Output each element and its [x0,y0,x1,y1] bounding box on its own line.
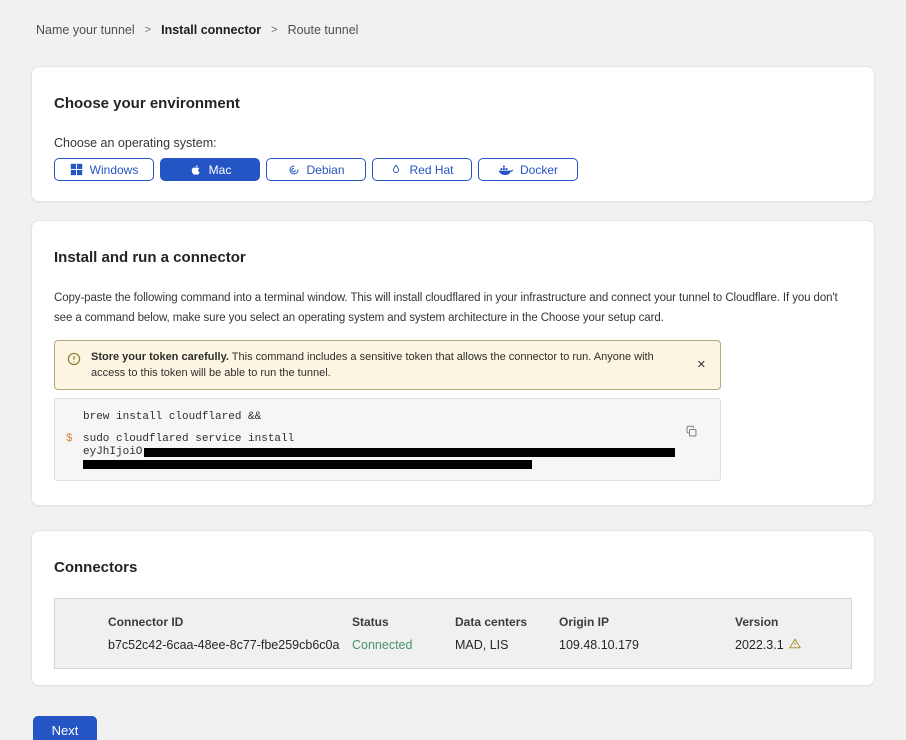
os-button-docker[interactable]: Docker [478,158,578,181]
token-prefix: eyJhIjoiO [83,446,142,459]
os-button-group: Windows Mac Debian Red Hat [54,158,852,181]
install-instructions: Copy-paste the following command into a … [54,288,852,328]
column-header-origin-ip: Origin IP [559,615,735,629]
token-warning-title: Store your token carefully. [91,351,229,363]
command-token-line: eyJhIjoiO [55,446,720,459]
breadcrumb-route-tunnel[interactable]: Route tunnel [288,23,359,37]
os-select-label: Choose an operating system: [54,136,852,150]
os-button-windows[interactable]: Windows [54,158,154,181]
connector-status-value: Connected [352,638,455,652]
token-redaction-bar [83,460,532,469]
token-warning-banner: Store your token carefully. This command… [54,340,721,390]
install-card-title: Install and run a connector [54,249,852,266]
os-button-label: Mac [209,163,232,177]
docker-icon [498,164,513,176]
install-command-block: brew install cloudflared && $ sudo cloudf… [54,398,721,481]
os-button-label: Docker [520,163,558,177]
breadcrumb-name-your-tunnel[interactable]: Name your tunnel [36,23,135,37]
connector-origin-ip-value: 109.48.10.179 [559,638,735,652]
breadcrumb-separator: > [271,24,277,36]
connector-version-value: 2022.3.1 [735,638,851,652]
column-header-connector-id: Connector ID [108,615,352,629]
breadcrumb-separator: > [145,24,151,36]
column-header-version: Version [735,615,851,629]
close-icon[interactable]: ✕ [695,358,708,373]
debian-icon [287,164,299,176]
warning-triangle-icon [789,638,801,652]
connectors-table: Connector ID Status Data centers Origin … [54,598,852,669]
os-button-debian[interactable]: Debian [266,158,366,181]
os-button-mac[interactable]: Mac [160,158,260,181]
os-button-label: Debian [306,163,344,177]
token-redaction-bar [144,448,675,457]
connectors-card: Connectors Connector ID Status Data cent… [31,530,875,686]
os-button-redhat[interactable]: Red Hat [372,158,472,181]
column-header-data-centers: Data centers [455,615,559,629]
breadcrumb: Name your tunnel > Install connector > R… [0,0,906,37]
version-text: 2022.3.1 [735,638,784,652]
column-header-status: Status [352,615,455,629]
os-button-label: Red Hat [409,163,453,177]
environment-card-title: Choose your environment [54,95,852,112]
next-button[interactable]: Next [33,716,97,740]
command-line-brew: brew install cloudflared && [55,411,720,424]
command-line-sudo: $ sudo cloudflared service install [55,433,720,446]
connectors-card-title: Connectors [54,559,852,576]
info-icon [67,352,81,371]
breadcrumb-install-connector[interactable]: Install connector [161,23,261,37]
connector-data-centers-value: MAD, LIS [455,638,559,652]
shell-prompt: $ [66,433,73,446]
apple-icon [189,163,202,177]
environment-card: Choose your environment Choose an operat… [31,66,875,202]
copy-icon[interactable] [685,425,698,441]
os-button-label: Windows [90,163,139,177]
windows-icon [70,163,83,176]
install-connector-card: Install and run a connector Copy-paste t… [31,220,875,506]
command-text: sudo cloudflared service install [83,433,294,445]
redhat-icon [390,163,402,176]
connector-id-value: b7c52c42-6caa-48ee-8c77-fbe259cb6c0a [108,638,352,652]
token-warning-text: Store your token carefully. This command… [91,349,685,381]
